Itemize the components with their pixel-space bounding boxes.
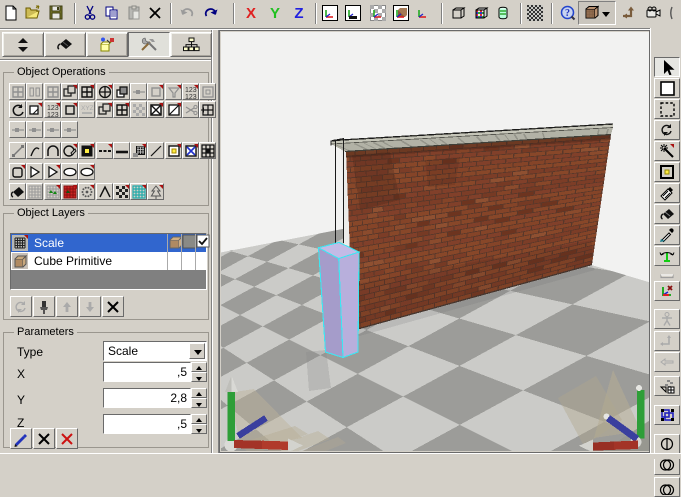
svg-text:123: 123	[47, 105, 59, 112]
svg-text:XYZ: XYZ	[81, 105, 94, 112]
svg-text:123: 123	[185, 94, 197, 100]
svg-text:123: 123	[47, 112, 59, 118]
svg-text:123: 123	[185, 87, 197, 94]
